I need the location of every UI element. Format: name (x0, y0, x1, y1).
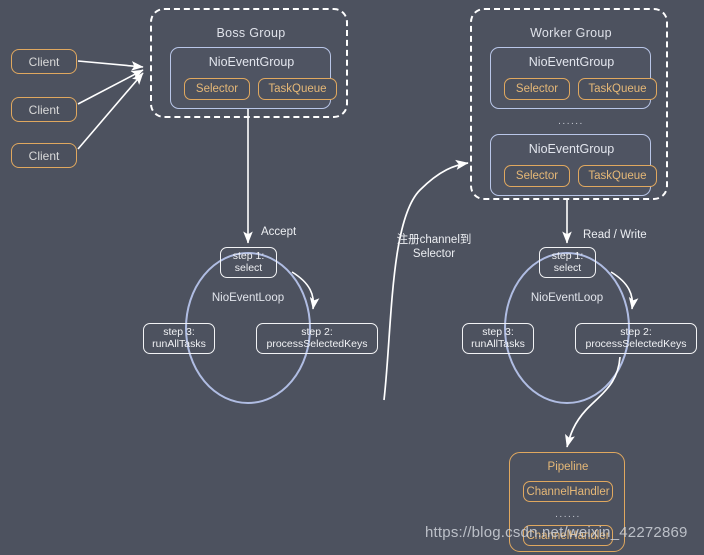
boss-selector-box[interactable]: Selector (184, 78, 250, 100)
readwrite-label: Read / Write (583, 229, 647, 241)
boss-step-2-line1: step 2: (301, 325, 333, 338)
worker-selector-box-2[interactable]: Selector (504, 165, 570, 187)
worker-selector-box-1[interactable]: Selector (504, 78, 570, 100)
boss-step-1[interactable]: step 1: select (220, 247, 277, 278)
boss-step-3[interactable]: step 3: runAllTasks (143, 323, 215, 354)
boss-group-title: Boss Group (216, 26, 286, 40)
boss-selector-label: Selector (195, 83, 239, 95)
pipeline-title: Pipeline (547, 461, 589, 473)
client-to-boss-arrows (77, 60, 144, 150)
boss-step-2-line2: processSelectedKeys (266, 337, 368, 350)
worker-nioeventgroup-2-title: NioEventGroup (528, 142, 615, 156)
register-channel-label: 注册channel到 Selector (374, 233, 494, 262)
diagram-canvas: Client Client Client Boss Group NioEvent… (0, 0, 704, 555)
register-channel-line1: 注册channel到 (396, 234, 472, 246)
channelhandler-label: ChannelHandler (526, 485, 610, 498)
client-label: Client (28, 54, 60, 69)
boss-step-3-line1: step 3: (163, 325, 195, 338)
worker-taskqueue-label: TaskQueue (588, 170, 647, 182)
pipeline-arrow (565, 356, 621, 448)
accept-label: Accept (261, 226, 297, 238)
boss-step-3-line2: runAllTasks (152, 337, 206, 350)
client-box-3[interactable]: Client (11, 143, 77, 168)
worker-nioeventgroup-1[interactable]: NioEventGroup Selector TaskQueue (490, 47, 657, 109)
register-channel-arrow (383, 159, 469, 401)
pipeline-ellipsis: ...... (555, 509, 581, 520)
boss-group[interactable]: Boss Group NioEventGroup Selector TaskQu… (150, 8, 348, 118)
worker-step-3-line1: step 3: (482, 325, 514, 338)
worker-taskqueue-box-2[interactable]: TaskQueue (578, 165, 657, 187)
client-label: Client (28, 148, 60, 163)
boss-step-1-line1: step 1: (232, 249, 265, 262)
client-box-2[interactable]: Client (11, 97, 77, 122)
boss-step-1-line2: select (234, 261, 263, 274)
worker-step-3[interactable]: step 3: runAllTasks (462, 323, 534, 354)
worker-step-1[interactable]: step 1: select (539, 247, 596, 278)
client-label: Client (28, 102, 60, 117)
boss-loop-label: NioEventLoop (211, 292, 285, 304)
register-channel-line2: Selector (412, 248, 456, 261)
boss-nioeventgroup-title: NioEventGroup (208, 55, 295, 69)
worker-selector-label: Selector (515, 83, 559, 95)
worker-loop-label: NioEventLoop (530, 292, 604, 304)
worker-group-ellipsis: ...... (558, 116, 584, 127)
channelhandler-box-1[interactable]: ChannelHandler (523, 481, 613, 502)
worker-step-1-line2: select (553, 261, 582, 274)
worker-taskqueue-label: TaskQueue (588, 83, 647, 95)
worker-group[interactable]: Worker Group NioEventGroup Selector Task… (470, 8, 668, 200)
worker-step-1-line1: step 1: (551, 249, 584, 262)
worker-step-2-line1: step 2: (620, 325, 652, 338)
worker-group-title: Worker Group (530, 26, 612, 40)
worker-step-2[interactable]: step 2: processSelectedKeys (575, 323, 697, 354)
worker-taskqueue-box-1[interactable]: TaskQueue (578, 78, 657, 100)
client-box-1[interactable]: Client (11, 49, 77, 74)
boss-taskqueue-label: TaskQueue (268, 83, 327, 95)
worker-nioeventgroup-2[interactable]: NioEventGroup Selector TaskQueue (490, 134, 657, 196)
worker-step-2-line2: processSelectedKeys (585, 337, 687, 350)
worker-selector-label: Selector (515, 170, 559, 182)
boss-nioeventgroup[interactable]: NioEventGroup Selector TaskQueue (170, 47, 337, 109)
worker-step-3-line2: runAllTasks (471, 337, 525, 350)
boss-taskqueue-box[interactable]: TaskQueue (258, 78, 337, 100)
boss-step-2[interactable]: step 2: processSelectedKeys (256, 323, 378, 354)
watermark: https://blog.csdn.net/weixin_42272869 (425, 524, 688, 541)
worker-nioeventgroup-1-title: NioEventGroup (528, 55, 615, 69)
